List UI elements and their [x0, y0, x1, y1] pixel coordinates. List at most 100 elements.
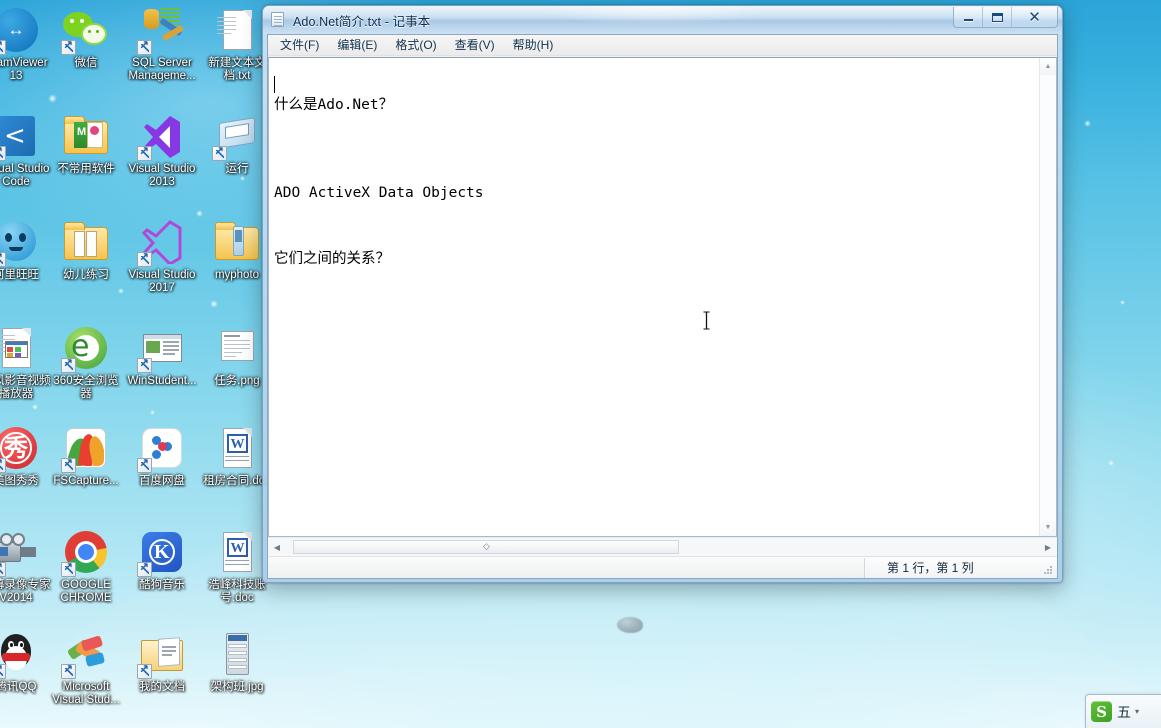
docfile-icon: W	[213, 424, 261, 472]
desktop-icon[interactable]: Microsoft Visual Stud...	[48, 630, 124, 707]
desktop-icon-label: FSCapture...	[53, 475, 119, 487]
shortcut-arrow-icon	[137, 356, 152, 373]
close-button[interactable]: ✕	[1012, 7, 1057, 27]
desktop-icon[interactable]: 阿里旺旺	[0, 218, 54, 282]
document-text[interactable]: 什么是Ado.Net？ ADO ActiveX Data Objects 它们之间的…	[269, 58, 1039, 536]
desktop-icon-label: GOOGLE CHROME	[60, 579, 112, 604]
shortcut-arrow-icon	[0, 560, 6, 577]
desktop-icon[interactable]: Visual Studio 2013	[124, 112, 200, 189]
desktop-icon-label: Visual Studio Code	[0, 163, 50, 188]
vscode-icon: <	[0, 112, 40, 161]
folder-photo-icon	[213, 218, 261, 266]
desktop-icon[interactable]: K 酷狗音乐	[124, 528, 200, 592]
desktop-icon[interactable]: SQL Server Manageme...	[124, 6, 200, 83]
text-line: 它们之间的关系？	[274, 251, 390, 267]
maximize-button[interactable]	[983, 7, 1012, 27]
desktop-icon-label: 百度网盘	[139, 475, 185, 487]
text-line: ADO ActiveX Data Objects	[274, 185, 484, 201]
teamviewer-icon: ↔	[0, 6, 40, 55]
horizontal-scrollbar[interactable]: ◀ ◇ ▶	[268, 537, 1057, 556]
menu-format[interactable]: 格式(O)	[386, 34, 445, 56]
textfile-icon	[213, 6, 261, 54]
desktop-icon[interactable]: FSCapture...	[48, 424, 124, 488]
minimize-button[interactable]	[954, 7, 983, 27]
text-line-blank	[274, 76, 1039, 98]
desktop-icon-label: WinStudent...	[127, 375, 197, 387]
vs2013-icon	[137, 112, 186, 161]
aliww-icon	[0, 218, 40, 267]
shortcut-arrow-icon	[0, 662, 6, 679]
ime-toolbar[interactable]: S 五 ▾	[1085, 694, 1161, 728]
mediafile-icon	[0, 324, 40, 372]
wechat-icon	[61, 6, 110, 55]
desktop-icon[interactable]: 暴风影音视频播放器	[0, 324, 54, 401]
desktop-icon-label: 幼儿练习	[63, 269, 109, 281]
desktop-icon[interactable]: 架构班.jpg	[199, 630, 275, 694]
text-editor-area[interactable]: 什么是Ado.Net？ ADO ActiveX Data Objects 它们之间的…	[268, 57, 1057, 537]
desktop-icon[interactable]: 百度网盘	[124, 424, 200, 488]
desktop-icon[interactable]: M 不常用软件	[48, 112, 124, 176]
desktop-icon[interactable]: ↔TeamViewer 13	[0, 6, 54, 83]
window-controls[interactable]: ✕	[953, 7, 1058, 28]
window-titlebar[interactable]: Ado.Net简介.txt - 记事本 ✕	[263, 6, 1062, 34]
text-line: 什么是Ado.Net？	[274, 97, 394, 113]
run-icon	[212, 112, 261, 161]
desktop-icon[interactable]: 我的文档	[124, 630, 200, 694]
window-title: Ado.Net简介.txt - 记事本	[293, 14, 431, 29]
desktop-icon[interactable]: 秀美图秀秀	[0, 424, 54, 488]
scroll-up-icon[interactable]: ▲	[1040, 58, 1056, 75]
shortcut-arrow-icon	[0, 456, 6, 473]
desktop-icon[interactable]: 屏幕录像专家V2014	[0, 528, 54, 605]
menu-help[interactable]: 帮助(H)	[504, 34, 563, 56]
notepad-window[interactable]: Ado.Net简介.txt - 记事本 ✕ 文件(F) 编辑(E) 格式(O) …	[262, 5, 1063, 583]
resize-grip[interactable]	[1043, 565, 1054, 576]
sogou-ime-icon[interactable]: S	[1091, 701, 1112, 722]
chevron-down-icon[interactable]: ▾	[1135, 707, 1139, 716]
desktop-icon[interactable]: 腾讯QQ	[0, 630, 54, 694]
desktop-icon[interactable]: GOOGLE CHROME	[48, 528, 124, 605]
desktop-icon[interactable]: 幼儿练习	[48, 218, 124, 282]
desktop[interactable]: ↔TeamViewer 13 微信 SQL Server Manageme...…	[0, 0, 1161, 728]
meitu-icon: 秀	[0, 424, 40, 473]
shortcut-arrow-icon	[0, 144, 6, 161]
docfile-icon: W	[213, 528, 261, 576]
shortcut-arrow-icon	[61, 356, 76, 373]
scroll-left-icon[interactable]: ◀	[268, 539, 286, 556]
desktop-icon-label: 我的文档	[139, 681, 185, 693]
folder-green-icon: M	[62, 112, 110, 160]
scroll-right-icon[interactable]: ▶	[1039, 539, 1057, 556]
shortcut-arrow-icon	[0, 250, 6, 267]
shortcut-arrow-icon	[0, 38, 6, 55]
desktop-icon[interactable]: WinStudent...	[124, 324, 200, 388]
kugou-icon: K	[137, 528, 186, 577]
desktop-icon-label: 酷狗音乐	[139, 579, 185, 591]
scroll-down-icon[interactable]: ▼	[1040, 519, 1056, 536]
menu-view[interactable]: 查看(V)	[446, 34, 504, 56]
desktop-icon[interactable]: <Visual Studio Code	[0, 112, 54, 189]
vertical-scrollbar[interactable]: ▲ ▼	[1039, 58, 1056, 536]
fscapture-icon	[61, 424, 110, 473]
menu-bar[interactable]: 文件(F) 编辑(E) 格式(O) 查看(V) 帮助(H)	[268, 35, 1057, 56]
winstudent-icon	[137, 324, 186, 373]
desktop-icon-label: 浩峰科技账号.doc	[208, 579, 266, 604]
desktop-icon-label: 腾讯QQ	[0, 681, 37, 693]
shortcut-arrow-icon	[61, 456, 76, 473]
menu-edit[interactable]: 编辑(E)	[328, 34, 386, 56]
shortcut-arrow-icon	[137, 144, 152, 161]
shortcut-arrow-icon	[212, 144, 227, 161]
desktop-icon-label: 不常用软件	[57, 163, 115, 175]
window-body: 文件(F) 编辑(E) 格式(O) 查看(V) 帮助(H) 什么是Ado.Net…	[267, 34, 1058, 579]
horizontal-scroll-thumb[interactable]: ◇	[293, 539, 679, 554]
desktop-icon[interactable]: e360安全浏览器	[48, 324, 124, 401]
desktop-icon-label: 阿里旺旺	[0, 269, 39, 281]
shortcut-arrow-icon	[137, 456, 152, 473]
desktop-icon[interactable]: 微信	[48, 6, 124, 70]
desktop-icon[interactable]: Visual Studio 2017	[124, 218, 200, 295]
horizontal-scroll-track[interactable]: ◇	[286, 539, 1039, 556]
menu-file[interactable]: 文件(F)	[271, 34, 328, 56]
vertical-scroll-track[interactable]	[1040, 75, 1056, 519]
qq-icon	[0, 630, 40, 679]
ime-mode-label[interactable]: 五	[1117, 702, 1131, 722]
text-line-blank	[274, 120, 1039, 142]
desktop-icon-label: 暴风影音视频播放器	[0, 375, 51, 400]
